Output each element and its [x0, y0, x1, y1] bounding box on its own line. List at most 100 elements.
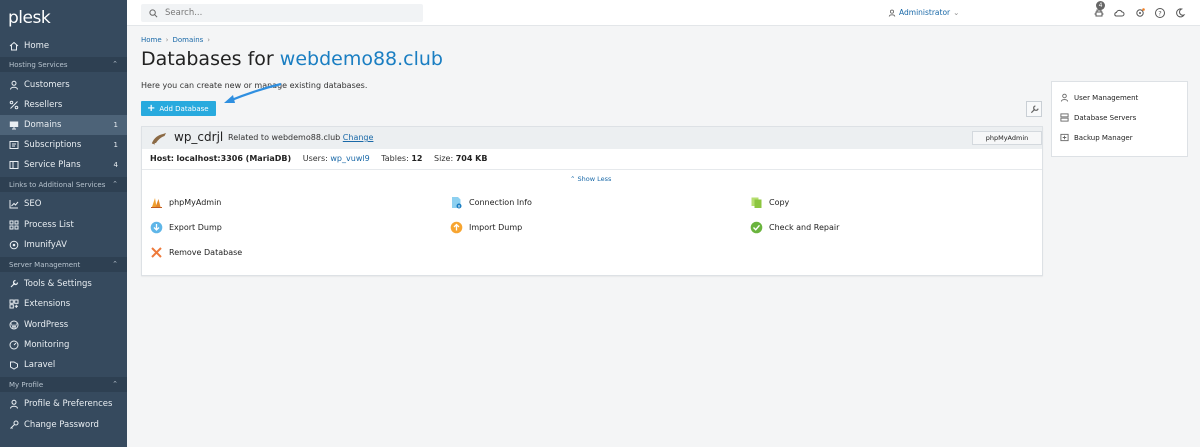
sidebar-item-label: Process List [24, 220, 74, 230]
action-label: Import Dump [469, 223, 523, 232]
sidebar-item-label: Profile & Preferences [24, 399, 113, 409]
sidebar-item-label: WordPress [24, 320, 69, 330]
breadcrumb-domains[interactable]: Domains [172, 36, 203, 44]
monitoring-icon [9, 340, 19, 350]
show-less-toggle[interactable]: ⌃ Show Less [570, 175, 611, 183]
updates-icon[interactable] [1134, 7, 1146, 19]
section-label: Hosting Services [9, 60, 68, 69]
breadcrumb-home[interactable]: Home [141, 36, 162, 44]
sidebar-item-laravel[interactable]: Laravel [0, 355, 127, 375]
home-icon [9, 41, 19, 51]
sidebar-item-label: Extensions [24, 299, 71, 309]
plans-icon [9, 160, 19, 170]
help-icon[interactable]: ? [1154, 7, 1166, 19]
database-name[interactable]: wp_cdrjl [174, 130, 223, 144]
plesk-logo[interactable]: plesk [8, 8, 51, 28]
users-value[interactable]: wp_vuwl9 [330, 154, 369, 163]
import-dump-icon [450, 221, 463, 234]
link-label: User Management [1074, 93, 1139, 102]
action-remove-database[interactable]: Remove Database [150, 246, 242, 259]
tables-value: 12 [411, 154, 423, 163]
sidebar-section-server[interactable]: Server Management ⌃ [0, 257, 127, 272]
sidebar-item-subscriptions[interactable]: Subscriptions 1 [0, 135, 127, 155]
action-label: Connection Info [469, 198, 532, 207]
wrench-icon [1030, 104, 1039, 113]
sidebar-item-home[interactable]: Home [0, 36, 127, 56]
imunify-icon [9, 240, 19, 250]
tools-side-panel: User Management Database Servers Backup … [1051, 81, 1188, 157]
subscriptions-count: 1 [113, 141, 118, 149]
host-label: Host: [150, 154, 174, 163]
section-label: My Profile [9, 380, 44, 389]
breadcrumb-separator: › [207, 36, 211, 44]
sidebar-item-label: Home [24, 41, 50, 51]
phpmyadmin-icon [150, 196, 163, 209]
chevron-down-icon: ⌄ [953, 8, 960, 17]
settings-wrench-button[interactable] [1026, 101, 1042, 117]
section-label: Server Management [9, 260, 81, 269]
action-export-dump[interactable]: Export Dump [150, 221, 222, 234]
check-icon [750, 221, 763, 234]
database-card-header: wp_cdrjl Related to webdemo88.club Chang… [142, 127, 1042, 149]
export-dump-icon [150, 221, 163, 234]
change-link[interactable]: Change [343, 133, 374, 142]
main-content: Home › Domains › Databases for webdemo88.cl… [127, 26, 1200, 447]
sidebar-item-service-plans[interactable]: Service Plans 4 [0, 155, 127, 175]
sidebar-item-seo[interactable]: SEO [0, 194, 127, 214]
link-backup-manager[interactable]: Backup Manager [1060, 133, 1133, 142]
size-label: Size: [434, 154, 454, 163]
copy-icon [750, 196, 763, 209]
sidebar-item-wordpress[interactable]: WordPress [0, 315, 127, 335]
user-name: Administrator [899, 8, 951, 17]
page-title-domain[interactable]: webdemo88.club [280, 48, 443, 70]
user-menu[interactable]: Administrator ⌄ [888, 8, 959, 17]
add-database-button[interactable]: + Add Database [141, 101, 216, 116]
size-value: 704 KB [455, 154, 488, 163]
link-label: Database Servers [1074, 113, 1137, 122]
sidebar-item-domains[interactable]: Domains 1 [0, 115, 127, 135]
sidebar-item-customers[interactable]: Customers [0, 75, 127, 95]
sidebar-item-imunifyav[interactable]: ImunifyAV [0, 235, 127, 255]
database-info: Host: localhost:3306 (MariaDB) Users: wp… [150, 154, 487, 163]
sidebar-item-tools-settings[interactable]: Tools & Settings [0, 274, 127, 294]
sidebar-section-links[interactable]: Links to Additional Services ⌃ [0, 177, 127, 192]
phpmyadmin-button[interactable]: phpMyAdmin [972, 131, 1042, 145]
theme-moon-icon[interactable] [1174, 7, 1186, 19]
user-icon [9, 399, 19, 409]
users-label: Users: [302, 154, 328, 163]
database-server-icon [1060, 113, 1069, 122]
sidebar-item-label: Tools & Settings [24, 279, 92, 289]
grid-icon [9, 220, 19, 230]
sidebar-item-extensions[interactable]: Extensions [0, 294, 127, 314]
action-label: phpMyAdmin [169, 198, 222, 207]
action-phpmyadmin[interactable]: phpMyAdmin [150, 196, 221, 209]
laravel-icon [9, 360, 19, 370]
cloud-icon[interactable] [1113, 7, 1125, 19]
sidebar-item-resellers[interactable]: Resellers [0, 95, 127, 115]
link-user-management[interactable]: User Management [1060, 93, 1138, 102]
link-database-servers[interactable]: Database Servers [1060, 113, 1136, 122]
plus-icon: + [147, 102, 156, 114]
chart-icon [9, 199, 19, 209]
breadcrumb: Home › Domains › [141, 36, 214, 44]
svg-text:?: ? [1158, 9, 1161, 17]
action-copy[interactable]: Copy [750, 196, 789, 209]
action-check-repair[interactable]: Check and Repair [750, 221, 839, 234]
sidebar-item-process-list[interactable]: Process List [0, 215, 127, 235]
host-value: localhost:3306 (MariaDB) [176, 154, 292, 163]
search-input[interactable]: Search... [141, 4, 423, 22]
service-plans-count: 4 [113, 161, 118, 169]
annotation-arrow [224, 82, 282, 103]
wordpress-icon [9, 320, 19, 330]
action-connection-info[interactable]: Connection Info [450, 196, 532, 209]
sidebar-section-hosting[interactable]: Hosting Services ⌃ [0, 57, 127, 72]
action-label: Copy [769, 198, 790, 207]
action-import-dump[interactable]: Import Dump [450, 221, 522, 234]
sidebar-item-monitoring[interactable]: Monitoring [0, 335, 127, 355]
sidebar-section-profile[interactable]: My Profile ⌃ [0, 377, 127, 392]
remove-icon [150, 246, 163, 259]
link-label: Backup Manager [1074, 133, 1133, 142]
sidebar-item-change-password[interactable]: Change Password [0, 415, 127, 435]
sidebar-item-profile-preferences[interactable]: Profile & Preferences [0, 394, 127, 414]
action-label: Remove Database [169, 248, 243, 257]
